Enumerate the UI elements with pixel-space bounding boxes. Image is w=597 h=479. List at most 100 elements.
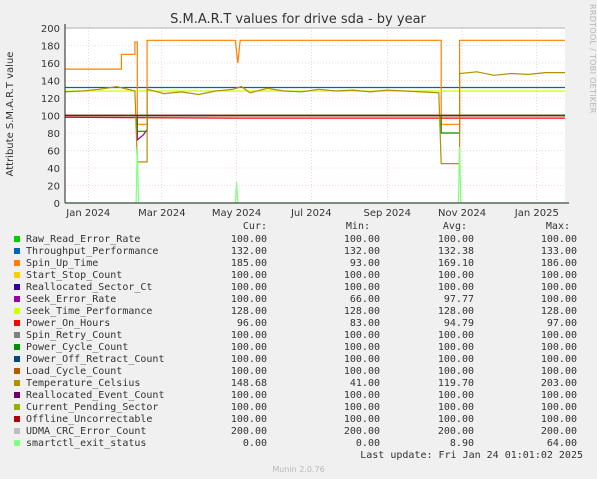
legend-row: Power_Off_Retract_Count 100.00 100.00 100.0… — [12, 354, 587, 366]
legend-swatch — [14, 260, 20, 266]
legend-min-value: 132.00 — [343, 246, 380, 257]
legend-max-value: 200.00 — [540, 426, 577, 437]
legend-max-value: 186.00 — [540, 258, 577, 269]
legend-cur-value: 100.00 — [230, 342, 267, 353]
legend-max-value: 100.00 — [540, 354, 577, 365]
legend-min-value: 100.00 — [343, 234, 380, 245]
rrdtool-credit: RRDTOOL / TOBI OETIKER — [588, 4, 597, 114]
legend-min-value: 0.00 — [355, 438, 380, 449]
legend-label: Power_Off_Retract_Count — [26, 354, 165, 365]
y-tick-label: 180 — [41, 42, 60, 53]
legend-swatch — [14, 248, 20, 254]
legend-avg-value: 100.00 — [437, 366, 474, 377]
legend-header-min: Min: — [345, 221, 370, 232]
legend-avg-value: 94.79 — [443, 318, 474, 329]
legend-swatch — [14, 332, 20, 338]
legend-max-value: 97.00 — [546, 318, 577, 329]
legend-row: Raw_Read_Error_Rate 100.00 100.00 100.00 100… — [12, 234, 587, 246]
legend-avg-value: 128.00 — [437, 306, 474, 317]
legend-row: Spin_Retry_Count 100.00 100.00 100.00 100.00 — [12, 330, 587, 342]
legend-avg-value: 100.00 — [437, 330, 474, 341]
legend-min-value: 66.00 — [349, 294, 380, 305]
legend-row: Load_Cycle_Count 100.00 100.00 100.00 100.00 — [12, 366, 587, 378]
legend-avg-value: 100.00 — [437, 270, 474, 281]
legend-min-value: 100.00 — [343, 282, 380, 293]
legend-avg-value: 100.00 — [437, 414, 474, 425]
legend-swatch — [14, 380, 20, 386]
legend-min-value: 83.00 — [349, 318, 380, 329]
legend-swatch — [14, 392, 20, 398]
legend-min-value: 100.00 — [343, 330, 380, 341]
legend-min-value: 128.00 — [343, 306, 380, 317]
legend-cur-value: 148.68 — [230, 378, 267, 389]
x-tick-label: Jul 2024 — [290, 208, 332, 219]
legend-label: Start_Stop_Count — [26, 270, 123, 281]
legend-row: Seek_Time_Performance 128.00 128.00 128.00 1… — [12, 306, 587, 318]
smart-chart: S.M.A.R.T values for drive sda - by year… — [5, 12, 569, 219]
legend-label: Power_On_Hours — [26, 318, 111, 329]
legend-label: Seek_Error_Rate — [26, 294, 117, 305]
legend-avg-value: 100.00 — [437, 354, 474, 365]
legend-swatch — [14, 440, 20, 446]
legend-label: Temperature_Celsius — [26, 378, 141, 389]
legend-swatch — [14, 356, 20, 362]
legend-label: Spin_Up_Time — [26, 258, 99, 269]
legend-cur-value: 100.00 — [230, 414, 267, 425]
legend-cur-value: 100.00 — [230, 330, 267, 341]
legend-min-value: 41.00 — [349, 378, 380, 389]
legend-swatch — [14, 236, 20, 242]
legend-avg-value: 119.70 — [437, 378, 474, 389]
legend-row: Throughput_Performance 132.00 132.00 132.38… — [12, 246, 587, 258]
legend-avg-value: 100.00 — [437, 234, 474, 245]
legend-swatch — [14, 272, 20, 278]
legend-label: UDMA_CRC_Error_Count — [26, 426, 147, 437]
legend-label: smartctl_exit_status — [26, 438, 147, 449]
legend-min-value: 100.00 — [343, 402, 380, 413]
legend-max-value: 100.00 — [540, 402, 577, 413]
legend-avg-value: 132.38 — [437, 246, 474, 257]
legend-min-value: 100.00 — [343, 366, 380, 377]
legend-label: Seek_Time_Performance — [26, 306, 153, 317]
legend-cur-value: 96.00 — [236, 318, 267, 329]
legend-row: smartctl_exit_status 0.00 0.00 8.90 64.00 — [12, 438, 587, 450]
y-tick-label: 80 — [47, 129, 60, 140]
y-axis-label: Attribute S.M.A.R.T value — [5, 52, 16, 177]
legend-label: Throughput_Performance — [26, 246, 159, 257]
legend-row: UDMA_CRC_Error_Count 200.00 200.00 200.00 20… — [12, 426, 587, 438]
legend-avg-value: 169.10 — [437, 258, 474, 269]
legend-row: Power_On_Hours 96.00 83.00 94.79 97.00 — [12, 318, 587, 330]
legend-label: Offline_Uncorrectable — [26, 414, 153, 425]
x-tick-label: Nov 2024 — [438, 208, 486, 219]
legend-avg-value: 100.00 — [437, 282, 474, 293]
legend-min-value: 100.00 — [343, 270, 380, 281]
legend-min-value: 100.00 — [343, 390, 380, 401]
legend-max-value: 203.00 — [540, 378, 577, 389]
legend-label: Reallocated_Event_Count — [26, 390, 165, 401]
legend-row: Power_Cycle_Count 100.00 100.00 100.00 100.0… — [12, 342, 587, 354]
legend-cur-value: 185.00 — [230, 258, 267, 269]
y-tick-label: 40 — [47, 164, 60, 175]
x-tick-label: Mar 2024 — [138, 208, 186, 219]
legend-min-value: 100.00 — [343, 414, 380, 425]
legend-swatch — [14, 416, 20, 422]
legend-header-cur: Cur: — [242, 221, 267, 232]
legend-min-value: 100.00 — [343, 342, 380, 353]
legend-label: Spin_Retry_Count — [26, 330, 123, 341]
x-tick-label: Jan 2024 — [65, 208, 110, 219]
y-tick-label: 120 — [41, 94, 60, 105]
legend-header-max: Max: — [545, 221, 570, 232]
legend-cur-value: 100.00 — [230, 294, 267, 305]
legend-header-avg: Avg: — [442, 221, 467, 232]
legend-row: Current_Pending_Sector 100.00 100.00 100.00… — [12, 402, 587, 414]
legend-max-value: 100.00 — [540, 270, 577, 281]
y-tick-label: 60 — [47, 147, 60, 158]
legend-row: Offline_Uncorrectable 100.00 100.00 100.00 1… — [12, 414, 587, 426]
footer: Munin 2.0.76 — [272, 465, 325, 474]
legend-row: Reallocated_Sector_Ct 100.00 100.00 100.00 1… — [12, 282, 587, 294]
legend-min-value: 93.00 — [349, 258, 380, 269]
legend-cur-value: 200.00 — [230, 426, 267, 437]
legend-swatch — [14, 296, 20, 302]
legend-cur-value: 100.00 — [230, 270, 267, 281]
legend-swatch — [14, 428, 20, 434]
x-tick-label: May 2024 — [212, 208, 261, 219]
